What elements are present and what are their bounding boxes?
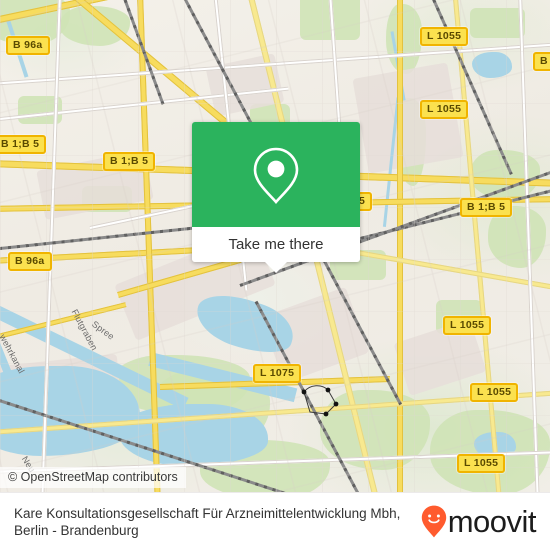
map-selection-path [301, 385, 339, 417]
road-shield: B 1;B 5 [460, 198, 513, 217]
map-canvas[interactable]: Flutgraben wehrkanal Spree Neu B 96a B 1;B 5… [0, 0, 550, 492]
location-pin-icon [253, 147, 299, 204]
road-shield: B 1;B 5 [103, 152, 156, 171]
road-shield: B 1;B 5 [533, 52, 550, 71]
card-icon-area [192, 122, 360, 227]
osm-attribution[interactable]: © OpenStreetMap contributors [0, 467, 186, 488]
road-shield: B 96a [6, 36, 50, 55]
road-shield: L 1055 [470, 383, 519, 402]
card-pointer [265, 262, 287, 273]
footer-bar: Kare Konsultationsgesellschaft Für Arzne… [0, 492, 550, 550]
take-me-there-card[interactable]: Take me there [192, 122, 360, 273]
road-shield: B 1;B 5 [0, 135, 47, 154]
place-title: Kare Konsultationsgesellschaft Für Arzne… [14, 505, 401, 538]
moovit-map-screenshot: Flutgraben wehrkanal Spree Neu B 96a B 1;B 5… [0, 0, 550, 550]
road-shield: B 96a [8, 252, 52, 271]
moovit-wordmark: moovit [447, 504, 537, 539]
take-me-there-label: Take me there [228, 236, 324, 253]
osm-attribution-text: © OpenStreetMap contributors [8, 470, 178, 484]
moovit-logo[interactable]: moovit [421, 504, 537, 539]
road-shield: L 1055 [457, 454, 506, 473]
take-me-there-button[interactable]: Take me there [192, 227, 360, 262]
moovit-pin-icon [421, 505, 447, 538]
road-shield: L 1055 [420, 27, 469, 46]
road-shield: L 1055 [420, 100, 469, 119]
road-shield: L 1055 [443, 316, 492, 335]
road-shield: L 1075 [253, 364, 302, 383]
